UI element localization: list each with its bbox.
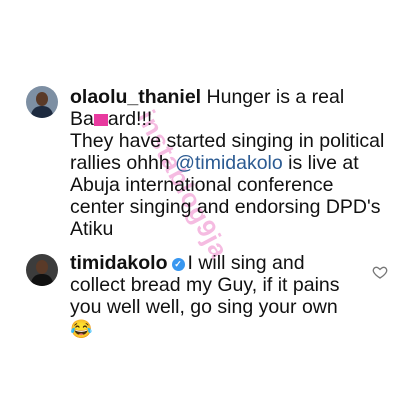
comment-username[interactable]: olaolu_thaniel — [70, 86, 201, 108]
mention-link[interactable]: @timidakolo — [175, 152, 283, 174]
comment-body-line: They have started singing in political — [70, 130, 385, 152]
heart-outline-icon[interactable] — [372, 264, 388, 280]
verified-badge-icon: ✓ — [171, 258, 185, 271]
comment-body-line: ard!!! — [107, 108, 153, 130]
avatar[interactable] — [26, 86, 58, 118]
comment-text: timidakolo ✓ I will sing and collect bread… — [70, 252, 370, 340]
comment-username[interactable]: timidakolo — [70, 252, 168, 274]
comment-body-line: rallies ohhh — [70, 152, 176, 174]
comment-body-line: Hunger is a real — [206, 86, 345, 108]
comment-body-line: I will sing and — [187, 252, 305, 274]
comment-body-line: Atiku — [70, 218, 114, 240]
avatar[interactable] — [26, 254, 58, 286]
censor-mark — [93, 114, 108, 126]
comment-body-line: you well well, go sing your own — [70, 296, 338, 318]
laughing-emoji-icon: 😂 — [70, 319, 93, 339]
comment-body-line: Abuja international conference — [70, 174, 334, 196]
comment-body-line: is live at — [282, 152, 359, 174]
comment-text: olaolu_thaniel Hunger is a real Ba ard!!!… — [70, 86, 410, 240]
comment-body-line: Ba — [70, 108, 94, 130]
comment-body-line: center singing and endorsing DPD's — [70, 196, 381, 218]
comment-body-line: collect bread my Guy, if it pains — [70, 274, 340, 296]
